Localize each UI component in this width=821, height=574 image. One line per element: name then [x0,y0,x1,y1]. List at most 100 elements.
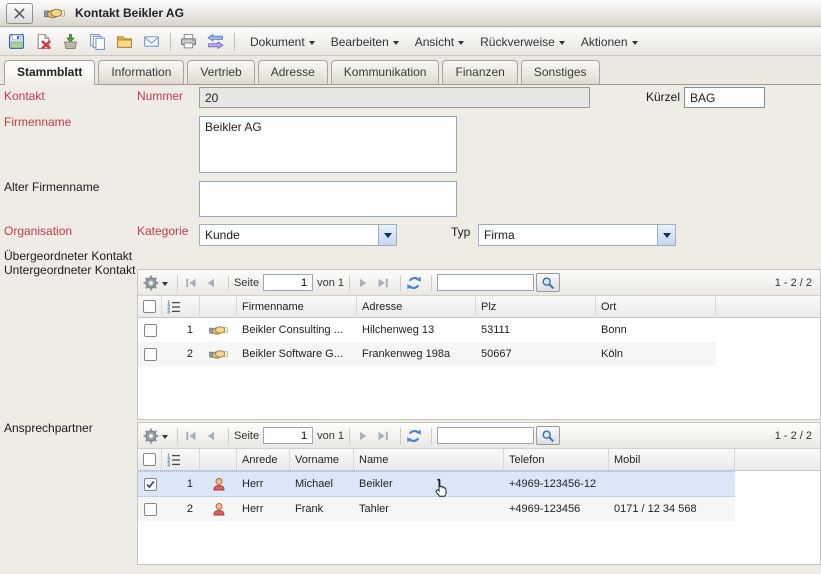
print-button[interactable] [178,32,198,52]
select-all-checkbox-header[interactable] [138,296,162,317]
nummer-input[interactable] [199,87,590,108]
next-page-button[interactable] [355,275,371,291]
kuerzel-input[interactable] [684,87,765,108]
row-checkbox-cell[interactable] [138,318,162,342]
select-all-checkbox-header[interactable] [138,449,162,470]
checkbox[interactable] [143,300,156,313]
save-button[interactable] [6,32,26,52]
checkbox[interactable] [143,453,156,466]
next-page-icon [355,275,371,291]
checkbox[interactable] [144,348,157,361]
row-checkbox-cell[interactable] [138,497,162,521]
table-row[interactable]: 1 Beikler Consulting ... Hilchenweg 13 5… [138,318,716,342]
delete-button[interactable] [33,32,53,52]
alter-firmenname-textarea[interactable] [199,181,457,217]
next-page-button[interactable] [355,428,371,444]
mail-button[interactable] [141,32,161,52]
company-handshake-icon [209,347,228,361]
menu-aktionen-label: Aktionen [581,35,628,49]
tab-stammblatt[interactable]: Stammblatt [4,60,95,85]
tab-sonstiges[interactable]: Sonstiges [521,60,600,84]
row-number-column-header[interactable] [162,296,200,317]
grid-search-input[interactable] [437,274,534,291]
table-row[interactable]: 2 Herr Frank Tahler +4969-123456 0171 / … [138,497,735,521]
close-button[interactable] [6,3,33,24]
checkbox[interactable] [144,503,157,516]
first-page-button[interactable] [183,428,199,444]
menu-dokument[interactable]: Dokument [250,35,315,49]
last-page-button[interactable] [375,428,391,444]
menu-rueckverweise[interactable]: Rückverweise [480,35,565,49]
window-title: Kontakt Beikler AG [75,6,184,20]
typ-dropdown-trigger[interactable] [657,225,675,245]
save-icon [8,33,25,50]
toolbar-separator [349,428,350,444]
menu-ansicht[interactable]: Ansicht [415,35,464,49]
delete-document-icon [35,33,52,50]
seite-label: Seite [234,430,259,442]
menu-aktionen[interactable]: Aktionen [581,35,638,49]
column-header-firmenname[interactable]: Firmenname [237,296,357,317]
tab-adresse[interactable]: Adresse [258,60,328,84]
folder-button[interactable] [114,32,134,52]
tab-kommunikation[interactable]: Kommunikation [331,60,440,84]
checkbox-checked[interactable] [144,478,157,491]
column-header-telefon[interactable]: Telefon [504,449,609,470]
row-icon-cell [200,342,237,366]
grid-search-button[interactable] [536,426,560,445]
import-button[interactable] [60,32,80,52]
toolbar-separator [431,275,432,291]
page-number-input[interactable] [263,274,313,291]
typ-value: Firma [479,225,657,245]
column-header-ort[interactable]: Ort [596,296,716,317]
last-page-button[interactable] [375,275,391,291]
icon-column-header[interactable] [200,449,237,470]
kategorie-dropdown-trigger[interactable] [378,225,396,245]
row-number-column-header[interactable] [162,449,200,470]
grid-search-input[interactable] [437,427,534,444]
toolbar-separator [228,428,229,444]
refresh-button[interactable] [406,428,422,444]
column-header-mobil[interactable]: Mobil [609,449,735,470]
tab-information[interactable]: Information [98,60,184,84]
check-icon [145,479,156,490]
icon-column-header[interactable] [200,296,237,317]
tab-finanzen[interactable]: Finanzen [442,60,517,84]
row-checkbox-cell[interactable] [138,342,162,366]
cell-ort: Bonn [596,318,716,342]
cell-anrede: Herr [237,472,290,496]
column-header-anrede[interactable]: Anrede [237,449,290,470]
transfer-button[interactable] [205,32,225,52]
grid-settings-button[interactable] [143,428,168,444]
table-row[interactable]: 2 Beikler Software G... Frankenweg 198a … [138,342,716,366]
column-header-vorname[interactable]: Vorname [290,449,354,470]
printer-icon [180,33,197,50]
column-header-adresse[interactable]: Adresse [357,296,476,317]
refresh-button[interactable] [406,275,422,291]
grid-search-button[interactable] [536,273,560,292]
refresh-icon [406,428,422,444]
grid-settings-button[interactable] [143,275,168,291]
chevron-down-icon [632,41,638,45]
kontakte-grid: Seite von 1 1 - 2 / 2 Firmenname Adresse… [137,269,821,420]
checkbox[interactable] [144,324,157,337]
kategorie-select[interactable]: Kunde [199,224,397,246]
menu-bearbeiten[interactable]: Bearbeiten [331,35,399,49]
envelope-icon [143,33,160,50]
copy-button[interactable] [87,32,107,52]
column-header-filler [716,296,820,317]
tab-vertrieb[interactable]: Vertrieb [187,60,254,84]
firmenname-textarea[interactable]: Beikler AG [199,116,457,173]
column-header-plz[interactable]: Plz [476,296,596,317]
typ-select[interactable]: Firma [478,224,676,246]
row-checkbox-cell[interactable] [138,472,162,496]
page-number-input[interactable] [263,427,313,444]
column-header-name[interactable]: Name [354,449,504,470]
row-number-cell: 2 [162,342,200,366]
firmenname-label: Firmenname [4,115,71,129]
organisation-section-label: Organisation [4,224,72,238]
prev-page-icon [203,275,219,291]
first-page-button[interactable] [183,275,199,291]
prev-page-button[interactable] [203,428,219,444]
prev-page-button[interactable] [203,275,219,291]
